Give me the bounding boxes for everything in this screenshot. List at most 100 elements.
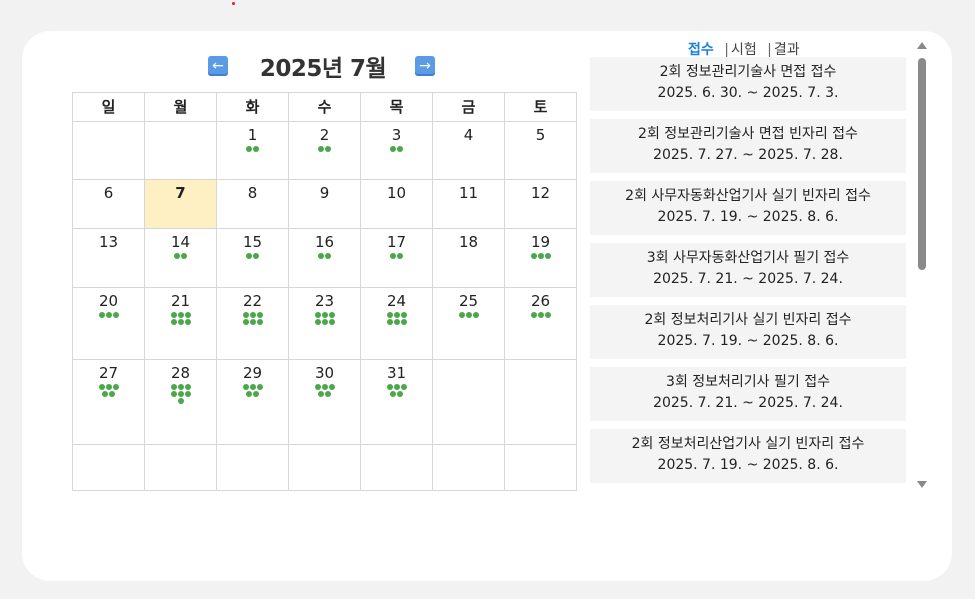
event-tabs: 접수 | 시험 | 결과 [688, 39, 800, 59]
calendar-day-cell[interactable]: 22 [216, 287, 289, 360]
event-dot [386, 312, 393, 318]
scroll-down-icon[interactable] [917, 481, 927, 488]
event-list-item[interactable]: 2회 정보관리기술사 면접 접수 2025. 6. 30. ~ 2025. 7. … [590, 57, 906, 111]
calendar-grid: 일월화수목금토 1 2 3 4 5 6 7 8 9 10 11 12 13 14 15 16 17 18 19 20 2… [72, 92, 577, 491]
event-dot [530, 253, 537, 259]
calendar-day-cell[interactable]: 29 [216, 359, 289, 445]
calendar-day-cell[interactable]: 19 [504, 228, 577, 288]
event-dot [253, 391, 259, 397]
event-dot [246, 146, 252, 152]
event-dot [530, 312, 537, 318]
calendar-day-cell[interactable]: 18 [432, 228, 505, 288]
calendar-day-cell[interactable]: 26 [504, 287, 577, 360]
calendar-day-cell[interactable]: 25 [432, 287, 505, 360]
calendar-day-cell[interactable]: 2 [288, 121, 361, 180]
scrollbar[interactable] [916, 42, 928, 488]
event-dot [184, 391, 191, 397]
calendar-day-cell[interactable]: 21 [144, 287, 217, 360]
calendar-empty-cell [432, 359, 505, 445]
day-number: 22 [242, 292, 263, 310]
event-dot [242, 319, 249, 325]
event-title: 2회 정보관리기술사 면접 접수 [659, 64, 837, 80]
calendar-day-cell[interactable]: 6 [72, 179, 145, 229]
day-number: 1 [247, 126, 258, 144]
event-dots [528, 312, 554, 318]
event-period: 2025. 6. 30. ~ 2025. 7. 3. [657, 85, 839, 101]
event-dots [384, 253, 410, 259]
calendar-day-cell[interactable]: 27 [72, 359, 145, 445]
calendar-day-cell[interactable]: 16 [288, 228, 361, 288]
calendar-day-cell[interactable]: 11 [432, 179, 505, 229]
event-dot [105, 312, 112, 318]
calendar-day-cell[interactable]: 30 [288, 359, 361, 445]
event-dot [393, 384, 400, 390]
event-dot [242, 312, 249, 318]
event-dot [98, 384, 105, 390]
day-number: 18 [458, 233, 479, 251]
day-number: 21 [170, 292, 191, 310]
day-number: 29 [242, 364, 263, 382]
scroll-up-icon[interactable] [917, 42, 927, 49]
day-number: 10 [386, 184, 407, 202]
event-dot [177, 398, 184, 404]
event-list-item[interactable]: 2회 정보처리기사 실기 빈자리 접수 2025. 7. 19. ~ 2025. … [590, 305, 906, 359]
left-arrow-icon[interactable]: ← [208, 56, 228, 76]
event-dots [168, 384, 194, 404]
event-dot [256, 384, 263, 390]
calendar-day-cell[interactable]: 1 [216, 121, 289, 180]
event-dots [240, 146, 266, 152]
event-dot [253, 253, 259, 259]
calendar-day-cell[interactable]: 24 [360, 287, 433, 360]
scrollbar-thumb[interactable] [918, 58, 926, 270]
event-list-item[interactable]: 2회 정보관리기술사 면접 빈자리 접수 2025. 7. 27. ~ 2025.… [590, 119, 906, 173]
calendar-day-cell[interactable]: 5 [504, 121, 577, 180]
event-dot [390, 253, 396, 259]
tab-result[interactable]: 결과 [774, 42, 800, 58]
event-list-item[interactable]: 2회 사무자동화산업기사 실기 빈자리 접수 2025. 7. 19. ~ 202… [590, 181, 906, 235]
weekday-header: 화 [216, 92, 289, 122]
event-dot [321, 319, 328, 325]
calendar-day-cell[interactable]: 15 [216, 228, 289, 288]
calendar-day-cell[interactable]: 10 [360, 179, 433, 229]
tab-exam[interactable]: 시험 [731, 42, 757, 58]
event-dot [249, 384, 256, 390]
calendar-day-cell[interactable]: 20 [72, 287, 145, 360]
calendar-day-cell[interactable]: 17 [360, 228, 433, 288]
event-dot [181, 253, 187, 259]
event-dots [384, 146, 410, 152]
calendar-day-cell[interactable]: 3 [360, 121, 433, 180]
right-arrow-icon[interactable]: → [415, 56, 435, 76]
event-dot [328, 312, 335, 318]
calendar-day-cell[interactable]: 7 [144, 179, 217, 229]
event-dots [312, 312, 338, 325]
calendar-day-cell[interactable]: 23 [288, 287, 361, 360]
day-number: 5 [535, 126, 546, 144]
calendar-day-cell[interactable]: 28 [144, 359, 217, 445]
weekday-header: 월 [144, 92, 217, 122]
event-dot [397, 146, 403, 152]
day-number: 30 [314, 364, 335, 382]
day-number: 13 [98, 233, 119, 251]
calendar-day-cell[interactable]: 12 [504, 179, 577, 229]
tab-registration[interactable]: 접수 [688, 42, 714, 58]
event-dot [325, 391, 331, 397]
calendar-day-cell[interactable]: 31 [360, 359, 433, 445]
day-number: 16 [314, 233, 335, 251]
calendar-day-cell[interactable]: 13 [72, 228, 145, 288]
day-number: 26 [530, 292, 551, 310]
event-list-item[interactable]: 3회 정보처리기사 필기 접수 2025. 7. 21. ~ 2025. 7. 2… [590, 367, 906, 421]
calendar-day-cell[interactable]: 8 [216, 179, 289, 229]
event-list-item[interactable]: 2회 정보처리산업기사 실기 빈자리 접수 2025. 7. 19. ~ 2025… [590, 429, 906, 483]
event-dot [109, 391, 115, 397]
day-number: 12 [530, 184, 551, 202]
calendar-day-cell[interactable]: 4 [432, 121, 505, 180]
event-dots [240, 384, 266, 397]
event-period: 2025. 7. 19. ~ 2025. 8. 6. [657, 333, 839, 349]
day-number: 4 [463, 126, 474, 144]
calendar-day-cell[interactable]: 9 [288, 179, 361, 229]
calendar-day-cell[interactable]: 14 [144, 228, 217, 288]
event-dots [96, 312, 122, 318]
event-list-item[interactable]: 3회 사무자동화산업기사 필기 접수 2025. 7. 21. ~ 2025. 7… [590, 243, 906, 297]
event-dot [184, 384, 191, 390]
day-number: 25 [458, 292, 479, 310]
